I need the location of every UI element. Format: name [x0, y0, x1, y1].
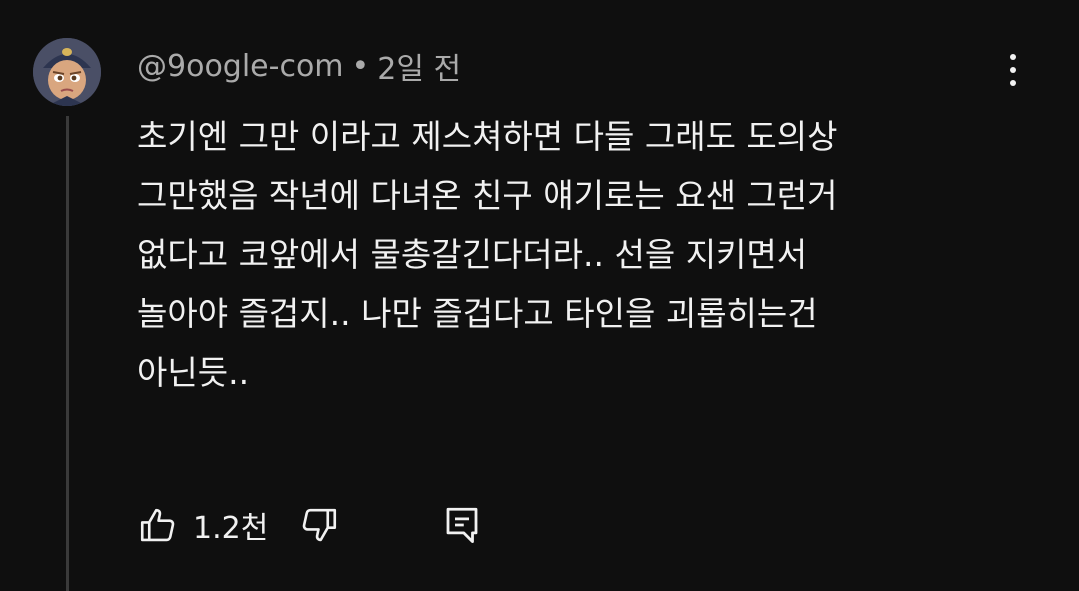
avatar[interactable]: [33, 38, 101, 106]
author-name[interactable]: @9oogle-com: [137, 49, 344, 84]
comment-line: 놀아야 즐겁지.. 나만 즐겁다고 타인을 괴롭히는건: [137, 294, 818, 333]
thumb-down-icon: [302, 508, 337, 542]
header-separator: •: [351, 48, 370, 84]
avatar-image: [33, 38, 101, 106]
more-vert-icon-dot: [1010, 80, 1016, 86]
thread-line: [66, 116, 69, 591]
comment-line: 그만했음 작년에 다녀온 친구 얘기로는 요샌 그런거: [137, 176, 838, 215]
dislike-button[interactable]: [298, 500, 340, 550]
thumb-up-icon: [140, 508, 175, 542]
reply-button[interactable]: [441, 500, 483, 550]
comment-timestamp[interactable]: 2일 전: [377, 44, 461, 88]
more-options-button[interactable]: [993, 48, 1033, 92]
comment-header: @9oogle-com • 2일 전: [137, 44, 461, 88]
comment-actions: 1.2천: [137, 500, 537, 550]
like-count: 1.2천: [193, 511, 269, 546]
comment-text: 초기엔 그만 이라고 제스쳐하면 다들 그래도 도의상 그만했음 작년에 다녀온…: [137, 107, 1037, 402]
comment-line: 초기엔 그만 이라고 제스쳐하면 다들 그래도 도의상: [137, 117, 838, 156]
more-vert-icon: [1010, 54, 1016, 60]
more-vert-icon-dot: [1010, 67, 1016, 73]
comment-line: 없다고 코앞에서 물총갈긴다더라.. 선을 지키면서: [137, 235, 808, 274]
like-button[interactable]: 1.2천: [137, 500, 268, 550]
comment-reply-icon: [446, 507, 478, 544]
comment-line: 아닌듯..: [137, 353, 250, 392]
